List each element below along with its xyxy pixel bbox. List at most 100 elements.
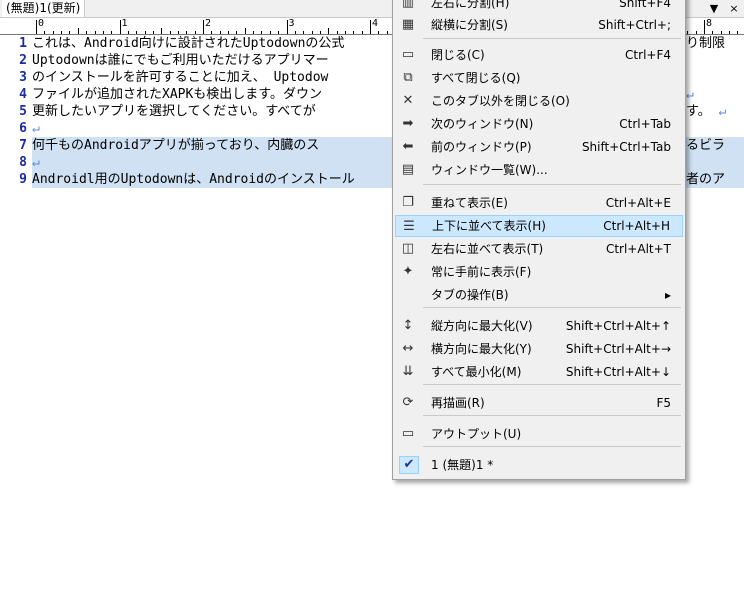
ruler-minor-tick [294,31,296,34]
text-fragment[interactable]: り制限 [686,35,744,52]
ruler-minor-tick [52,31,54,34]
ruler-minor-tick [77,28,79,34]
menu-item-tile-horizontal[interactable]: ☰ 上下に並べて表示(H) Ctrl+Alt+H [395,215,683,237]
menu-item-checkmark[interactable]: ✔ 1 (無題)1 * [395,454,683,476]
menu-item-label: 閉じる(C) [431,48,485,62]
line-number: 2 [19,53,27,68]
ruler-minor-tick [311,31,313,34]
menu-item-label: 左右に分割(H) [431,0,510,10]
ruler-minor-tick [161,28,163,34]
ruler-major-tick [286,20,288,34]
menu-item-label: 再描画(R) [431,396,485,410]
ruler-minor-tick [94,31,96,34]
menu-item-label: タブの操作(B) [431,288,509,302]
tab-close-icon[interactable]: × [726,0,742,17]
text-line[interactable]: 更新したいアプリを選択してください。すべてが [32,103,316,120]
menu-item-shortcut: Shift+Ctrl+; [598,18,671,32]
ruler-minor-tick [737,31,739,34]
menu-item-label: アウトプット(U) [431,427,522,441]
ruler-minor-tick [44,31,46,34]
menu-item-split-vertical[interactable]: ▥ 左右に分割(H) Shift+F4 [395,0,683,14]
menu-separator [423,446,681,447]
text-fragment[interactable]: るビラ [686,137,744,154]
menu-item-next-window[interactable]: ➡ 次のウィンドウ(N) Ctrl+Tab [395,113,683,135]
ruler-minor-tick [127,31,129,34]
ruler-minor-tick [219,31,221,34]
ruler-minor-tick [236,31,238,34]
maximize-horizontal-icon: ↔ [402,341,414,356]
menu-item-label: すべて閉じる(Q) [431,71,521,85]
line-number: 8 [19,155,27,170]
menu-separator [423,307,681,308]
ruler-major-tick [119,20,121,34]
menu-item-tab-operations[interactable]: タブの操作(B) ▸ [395,284,683,306]
menu-separator [423,38,681,39]
ruler-label: 0 [38,18,45,29]
menu-item-shortcut: Shift+Ctrl+Alt+→ [565,342,671,356]
menu-item-close-others[interactable]: ✕ このタブ以外を閉じる(O) [395,90,683,112]
menu-item-label: すべて最小化(M) [431,365,522,379]
ruler-minor-tick [269,31,271,34]
menu-item-close-window[interactable]: ▭ 閉じる(C) Ctrl+F4 [395,44,683,66]
ruler-minor-tick [186,31,188,34]
ruler-minor-tick [152,31,154,34]
menu-item-prev-window[interactable]: ⬅ 前のウィンドウ(P) Shift+Ctrl+Tab [395,136,683,158]
output-icon: ▭ [401,426,415,441]
menu-item-shortcut: Shift+F4 [619,0,671,10]
text-line[interactable]: ↵ [32,120,40,137]
minimize-all-icon: ⇊ [402,364,414,379]
menu-item-close-all[interactable]: ⧉ すべて閉じる(Q) [395,67,683,89]
ruler-major-tick [203,20,204,34]
menu-item-minimize-all[interactable]: ⇊ すべて最小化(M) Shift+Ctrl+Alt+↓ [395,361,683,383]
ruler-minor-tick [194,31,196,34]
menu-item-pin[interactable]: ✦ 常に手前に表示(F) [395,261,683,283]
text-line[interactable]: Uptodownは誰にでもご利用いただけるアプリマー [32,52,329,69]
line-text: す。 [686,104,719,119]
menu-item-maximize-vertical[interactable]: ↕ 縦方向に最大化(V) Shift+Ctrl+Alt+↑ [395,315,683,337]
ruler-minor-tick [228,31,230,34]
text-line[interactable]: ファイルが追加されたXAPKも検出します。ダウン [32,86,322,103]
menu-item-tile-vertical[interactable]: ◫ 左右に並べて表示(T) Ctrl+Alt+T [395,238,683,260]
menu-item-shortcut: Ctrl+Alt+T [605,242,671,256]
ruler-minor-tick [86,31,88,34]
ruler-label: 8 [706,18,713,29]
ruler-minor-tick [261,31,263,34]
menu-item-output[interactable]: ▭ アウトプット(U) [395,423,683,445]
menu-item-label: 1 (無題)1 * [431,458,494,472]
menu-item-shortcut: Shift+Ctrl+Alt+↑ [565,319,671,333]
text-line[interactable]: のインストールを許可することに加え、 Uptodow [32,69,328,86]
text-fragment[interactable]: ↵ [686,86,744,103]
ruler-label: 3 [288,18,295,29]
text-line[interactable]: これは、Android向けに設計されたUptodownの公式 [32,35,344,52]
window-context-menu: ▥ 左右に分割(H) Shift+F4 ▦ 縦横に分割(S) Shift+Ctrl+; ▭ 閉… [392,0,686,480]
line-text: 更新したいアプリを選択してください。すべてが [32,104,316,119]
prev-window-icon: ⬅ [402,139,414,154]
ruler-minor-tick [111,31,113,34]
line-text: のインストールを許可することに加え、 Uptodow [32,70,329,85]
menu-separator [423,384,681,385]
line-number: 7 [19,138,27,153]
menu-item-cascade[interactable]: ❐ 重ねて表示(E) Ctrl+Alt+E [395,192,683,214]
next-window-icon: ➡ [402,116,414,131]
line-break-marker-icon: ↵ [32,121,40,136]
ruler-minor-tick [712,31,714,34]
text-fragment[interactable]: す。 ↵ [686,103,744,120]
menu-item-shortcut: F5 [656,396,671,410]
menu-item-window-list[interactable]: ▤ ウィンドウ一覧(W)... [395,159,683,181]
menu-item-redraw[interactable]: ⟳ 再描画(R) F5 [395,392,683,414]
ruler-minor-tick [687,31,689,34]
menu-item-shortcut: Ctrl+Tab [619,117,671,131]
menu-item-label: 重ねて表示(E) [431,196,508,210]
menu-item-maximize-horizontal[interactable]: ↔ 横方向に最大化(Y) Shift+Ctrl+Alt+→ [395,338,683,360]
menu-item-shortcut: Shift+Ctrl+Tab [581,140,671,154]
text-fragment[interactable]: 者のア [686,171,744,188]
ruler-minor-tick [211,31,213,34]
menu-item-shortcut: Shift+Ctrl+Alt+↓ [565,365,671,379]
line-text: 何千ものAndroidアプリが揃っており、内臓のス [32,138,320,153]
menu-item-split-grid[interactable]: ▦ 縦横に分割(S) Shift+Ctrl+; [395,14,683,36]
tab-list-dropdown-icon[interactable]: ▼ [706,0,722,17]
menu-separator [423,415,681,416]
ruler-label: 4 [372,18,379,29]
tab-untitled-1[interactable]: (無題)1(更新) [2,0,86,17]
close-all-icon: ⧉ [403,70,413,85]
